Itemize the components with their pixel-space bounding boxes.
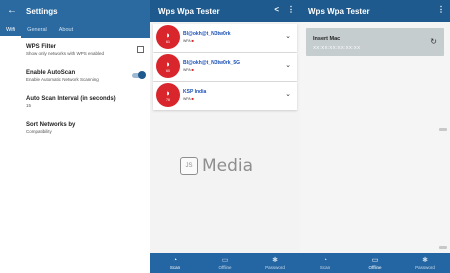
network-card[interactable]: ◗ 60 Bl@okh@t_N3tw0rk_5G WPA ■ ⌄	[153, 53, 297, 81]
nav-offline[interactable]: ▭ Offline	[200, 253, 250, 273]
insert-mac-label: Insert Mac	[313, 36, 341, 42]
wifi-icon: ◔	[172, 256, 178, 264]
settings-tabs: Wifi General About	[0, 22, 150, 38]
lock-icon: ■	[191, 96, 194, 101]
tester-appbar: Wps Wpa Tester < ⋮	[150, 0, 300, 22]
nav-password[interactable]: ✱ Password	[400, 253, 450, 273]
nav-scan[interactable]: ◔ Scan	[300, 253, 350, 273]
nav-password[interactable]: ✱ Password	[250, 253, 300, 273]
nav-scan[interactable]: ◔ Scan	[150, 253, 200, 273]
security-label: WPA	[183, 68, 191, 72]
watermark: JS Media	[180, 156, 253, 176]
app-title: Wps Wpa Tester	[308, 6, 370, 16]
share-icon[interactable]: <	[274, 5, 279, 14]
offline-icon: ▭	[221, 256, 229, 264]
setting-subtitle: 15	[26, 103, 32, 108]
settings-appbar: ← Settings	[0, 0, 150, 22]
chevron-down-icon[interactable]: ⌄	[285, 32, 291, 40]
wifi-signal-icon: ◗ 61	[156, 25, 180, 49]
scroll-handle[interactable]	[439, 128, 447, 131]
scan-screen: Wps Wpa Tester < ⋮ ◗ 61 Bl@okh@t_N3tw0rk …	[150, 0, 300, 273]
network-security: WPA ■	[183, 67, 194, 72]
settings-title: Settings	[26, 6, 58, 16]
chevron-down-icon[interactable]: ⌄	[285, 90, 291, 98]
app-title: Wps Wpa Tester	[158, 6, 220, 16]
nav-label: Scan	[319, 264, 331, 270]
chevron-down-icon[interactable]: ⌄	[285, 61, 291, 69]
nav-label: Password	[415, 264, 435, 270]
setting-autoscan-interval[interactable]: Auto Scan Interval (in seconds) 15	[26, 96, 144, 108]
offline-screen: Wps Wpa Tester ⋮ Insert Mac XX:XX:XX:XX:…	[300, 0, 450, 273]
lock-icon: ■	[191, 38, 194, 43]
setting-subtitle: Enable Automatic Network Scanning	[26, 77, 99, 82]
tab-wifi[interactable]: Wifi	[0, 22, 22, 38]
insert-mac-card[interactable]: Insert Mac XX:XX:XX:XX:XX:XX ↻	[306, 28, 444, 56]
bottom-nav: ◔ Scan ▭ Offline ✱ Password	[150, 253, 300, 273]
tab-general[interactable]: General	[21, 22, 53, 38]
setting-title: Sort Networks by	[26, 122, 76, 128]
key-icon: ✱	[422, 256, 428, 264]
settings-screen: ← Settings Wifi General About WPS Filter…	[0, 0, 150, 273]
back-arrow-icon[interactable]: ←	[7, 5, 19, 17]
signal-value: 61	[166, 39, 170, 44]
signal-value: 76	[166, 97, 170, 102]
network-ssid: Bl@okh@t_N3tw0rk_5G	[183, 60, 240, 66]
wps-filter-checkbox[interactable]	[137, 46, 144, 53]
setting-wps-filter[interactable]: WPS Filter Show only networks with WPS e…	[26, 44, 144, 56]
bottom-nav: ◔ Scan ▭ Offline ✱ Password	[300, 253, 450, 273]
tab-about[interactable]: About	[53, 22, 79, 38]
setting-title: Enable AutoScan	[26, 70, 76, 76]
network-card[interactable]: ◗ 61 Bl@okh@t_N3tw0rk WPA ■ ⌄	[153, 24, 297, 52]
setting-subtitle: Compatibility	[26, 129, 52, 134]
nav-label: Scan	[169, 264, 181, 270]
watermark-text: Media	[202, 156, 254, 176]
nav-label: Password	[265, 264, 285, 270]
more-menu-icon[interactable]: ⋮	[287, 5, 295, 14]
setting-sort-networks[interactable]: Sort Networks by Compatibility	[26, 122, 144, 134]
setting-title: WPS Filter	[26, 44, 57, 50]
key-icon: ✱	[272, 256, 278, 264]
autoscan-toggle[interactable]	[132, 71, 146, 79]
nav-label: Offline	[368, 264, 382, 270]
more-menu-icon[interactable]: ⋮	[437, 5, 445, 14]
nav-label: Offline	[218, 264, 232, 270]
refresh-icon[interactable]: ↻	[430, 37, 437, 46]
security-label: WPA	[183, 39, 191, 43]
network-ssid: Bl@okh@t_N3tw0rk	[183, 31, 231, 37]
setting-subtitle: Show only networks with WPS enabled	[26, 51, 105, 56]
wifi-signal-icon: ◗ 76	[156, 83, 180, 107]
setting-enable-autoscan[interactable]: Enable AutoScan Enable Automatic Network…	[26, 70, 144, 82]
setting-title: Auto Scan Interval (in seconds)	[26, 96, 116, 102]
mac-input[interactable]: XX:XX:XX:XX:XX:XX	[313, 45, 360, 50]
offline-icon: ▭	[371, 256, 379, 264]
tester-appbar: Wps Wpa Tester ⋮	[300, 0, 450, 22]
wifi-signal-icon: ◗ 60	[156, 54, 180, 78]
network-card[interactable]: ◗ 76 KSP India WPA ■ ⌄	[153, 82, 297, 110]
nav-offline[interactable]: ▭ Offline	[350, 253, 400, 273]
scroll-handle[interactable]	[439, 246, 447, 249]
signal-value: 60	[166, 68, 170, 73]
network-security: WPA ■	[183, 38, 194, 43]
network-ssid: KSP India	[183, 89, 207, 95]
security-label: WPA	[183, 97, 191, 101]
network-security: WPA ■	[183, 96, 194, 101]
wifi-icon: ◔	[322, 256, 328, 264]
watermark-logo: JS	[180, 157, 198, 175]
lock-icon: ■	[191, 67, 194, 72]
